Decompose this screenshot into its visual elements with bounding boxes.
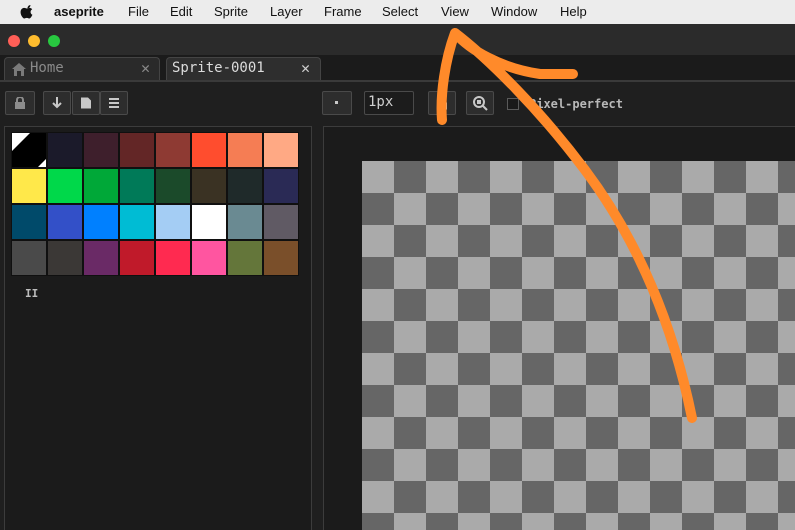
palette-save-button[interactable] [72, 91, 100, 115]
arrow-down-icon [52, 97, 62, 109]
tab-home[interactable]: Home ✕ [4, 57, 160, 80]
menu-frame[interactable]: Frame [324, 0, 362, 24]
pixel-perfect-label[interactable]: Pixel-perfect [529, 97, 623, 111]
brush-lock-button[interactable] [428, 91, 456, 115]
palette-swatch[interactable] [11, 240, 47, 276]
menu-edit[interactable]: Edit [170, 0, 192, 24]
menu-view[interactable]: View [441, 0, 469, 24]
menu-layer[interactable]: Layer [270, 0, 303, 24]
close-window-button[interactable] [8, 35, 20, 47]
palette-swatch[interactable] [11, 168, 47, 204]
palette-swatch[interactable] [155, 168, 191, 204]
palette-swatch[interactable] [83, 240, 119, 276]
palette-swatch[interactable] [11, 204, 47, 240]
brush-dot-icon [335, 101, 338, 104]
menu-app-name[interactable]: aseprite [54, 0, 104, 24]
palette-swatch[interactable] [191, 240, 227, 276]
palette-swatch[interactable] [263, 168, 299, 204]
palette-swatch[interactable] [191, 204, 227, 240]
palette-swatch[interactable] [263, 204, 299, 240]
tab-strip: Home ✕ Sprite-0001 ✕ [0, 55, 795, 82]
tab-sprite-label: Sprite-0001 [172, 60, 265, 76]
window-titlebar [0, 24, 795, 56]
palette-swatch[interactable] [83, 132, 119, 168]
palette-swatch[interactable] [47, 204, 83, 240]
sprite-canvas[interactable] [362, 161, 795, 530]
apple-logo-icon[interactable] [20, 5, 34, 19]
magnifier-icon [473, 96, 488, 111]
palette-swatch[interactable] [227, 240, 263, 276]
palette-swatch[interactable] [155, 240, 191, 276]
palette-swatch[interactable] [83, 168, 119, 204]
palette-options-button[interactable] [100, 91, 128, 115]
brush-size-value: 1px [368, 94, 394, 110]
tab-home-label: Home [30, 60, 64, 76]
palette-swatch[interactable] [191, 168, 227, 204]
editor-area [323, 126, 795, 530]
palette-panel: II [4, 126, 312, 530]
brush-size-field[interactable]: 1px [364, 91, 414, 115]
palette-swatch[interactable] [47, 240, 83, 276]
menu-bar: aseprite File Edit Sprite Layer Frame Se… [0, 0, 795, 24]
palette-swatch[interactable] [263, 240, 299, 276]
list-icon [109, 98, 119, 108]
ink-button[interactable] [466, 91, 494, 115]
palette-swatch[interactable] [155, 132, 191, 168]
palette-swatch[interactable] [227, 204, 263, 240]
palette-swatch[interactable] [263, 132, 299, 168]
palette-swatch[interactable] [119, 204, 155, 240]
menu-window[interactable]: Window [491, 0, 537, 24]
palette-resize-handle[interactable]: II [25, 287, 38, 300]
palette-swatch-grid [11, 132, 301, 276]
palette-swatch[interactable] [47, 132, 83, 168]
menu-file[interactable]: File [128, 0, 149, 24]
palette-swatch[interactable] [11, 132, 47, 168]
palette-down-button[interactable] [43, 91, 71, 115]
palette-swatch[interactable] [155, 204, 191, 240]
lock-icon [15, 97, 25, 109]
home-icon [12, 63, 26, 76]
pixel-perfect-checkbox[interactable] [507, 98, 519, 110]
menu-sprite[interactable]: Sprite [214, 0, 248, 24]
menu-select[interactable]: Select [382, 0, 418, 24]
document-icon [81, 97, 91, 109]
palette-swatch[interactable] [47, 168, 83, 204]
padlock-icon [437, 96, 447, 110]
palette-swatch[interactable] [227, 168, 263, 204]
palette-swatch[interactable] [119, 132, 155, 168]
fg-bg-indicator-icon [12, 133, 46, 167]
menu-help[interactable]: Help [560, 0, 587, 24]
palette-swatch[interactable] [83, 204, 119, 240]
tab-sprite-0001[interactable]: Sprite-0001 ✕ [166, 57, 321, 80]
palette-swatch[interactable] [119, 168, 155, 204]
palette-swatch[interactable] [119, 240, 155, 276]
palette-swatch[interactable] [227, 132, 263, 168]
brush-type-button[interactable] [322, 91, 352, 115]
zoom-window-button[interactable] [48, 35, 60, 47]
tab-home-close-icon[interactable]: ✕ [141, 59, 150, 77]
tab-sprite-close-icon[interactable]: ✕ [301, 59, 310, 77]
palette-swatch[interactable] [191, 132, 227, 168]
minimize-window-button[interactable] [28, 35, 40, 47]
lock-palette-button[interactable] [5, 91, 35, 115]
